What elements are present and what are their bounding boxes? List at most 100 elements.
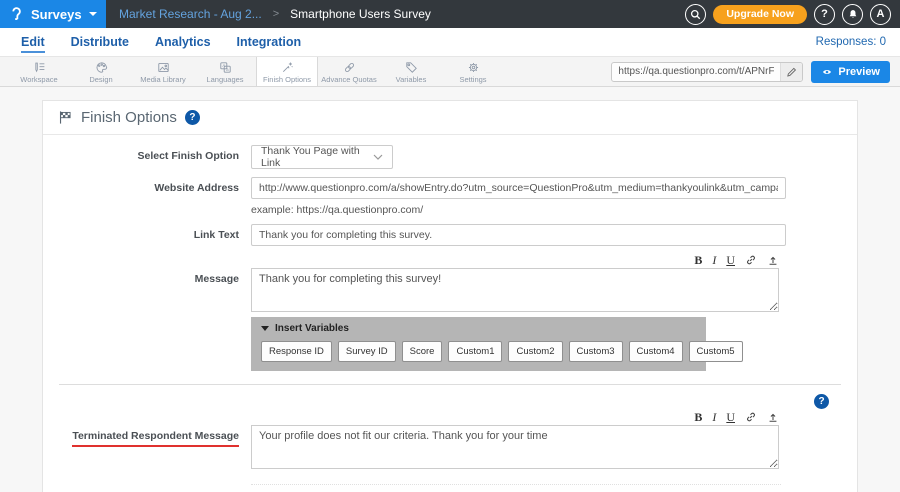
variable-response-id-button[interactable]: Response ID <box>261 341 332 362</box>
user-avatar[interactable]: A <box>870 4 891 25</box>
toolbar-item-workspace[interactable]: Workspace <box>8 57 70 86</box>
survey-nav: Edit Distribute Analytics Integration Re… <box>0 28 900 57</box>
variable-custom3-button[interactable]: Custom3 <box>569 341 623 362</box>
link-icon <box>745 411 757 423</box>
search-icon <box>689 8 702 21</box>
product-switcher[interactable]: Surveys <box>0 0 106 28</box>
image-icon <box>157 61 170 74</box>
finish-option-value: Thank You Page with Link <box>261 145 373 169</box>
link-text-label: Link Text <box>43 224 239 242</box>
upgrade-now-button[interactable]: Upgrade Now <box>713 5 807 24</box>
breadcrumb-survey-title: Smartphone Users Survey <box>290 7 431 21</box>
upload-image-button[interactable] <box>767 411 779 423</box>
svg-text:A: A <box>222 63 225 68</box>
upload-icon <box>767 254 779 266</box>
terminated-help-button[interactable]: ? <box>814 394 829 409</box>
link-text-input[interactable] <box>251 224 786 246</box>
survey-url-group <box>611 62 803 82</box>
insert-variables-header[interactable]: Insert Variables <box>261 323 696 334</box>
underline-button[interactable]: U <box>726 254 735 266</box>
tab-distribute[interactable]: Distribute <box>71 35 129 49</box>
bell-icon <box>847 8 859 21</box>
upload-icon <box>767 411 779 423</box>
edit-url-button[interactable] <box>780 62 802 82</box>
breadcrumb-folder[interactable]: Market Research - Aug 2... <box>119 7 262 21</box>
finish-options-help-button[interactable]: ? <box>185 110 200 125</box>
toolbar-item-languages[interactable]: Aa Languages <box>194 57 256 86</box>
terminated-message-textarea[interactable]: Your profile does not fit our criteria. … <box>251 425 779 469</box>
eye-icon <box>821 67 833 77</box>
finish-options-card: Finish Options ? Select Finish Option Th… <box>42 100 858 492</box>
terminated-message-label: Terminated Respondent Message <box>72 430 239 447</box>
toolbar-item-design[interactable]: Design <box>70 57 132 86</box>
variable-custom2-button[interactable]: Custom2 <box>508 341 562 362</box>
breadcrumb-separator: > <box>273 8 279 20</box>
page-title: Finish Options <box>81 109 177 126</box>
gear-icon <box>467 61 480 74</box>
toolbar-item-variables[interactable]: Variables <box>380 57 442 86</box>
toolbar-item-advance-quotas[interactable]: Advance Quotas <box>318 57 380 86</box>
insert-link-button[interactable] <box>745 411 757 423</box>
pencil-icon <box>786 66 798 78</box>
workspace-icon <box>33 61 46 74</box>
tag-icon <box>405 61 418 74</box>
italic-button[interactable]: I <box>712 411 716 423</box>
terminated-editor-toolbar: B I U <box>251 411 779 423</box>
topbar-actions: Upgrade Now ? A <box>685 4 900 25</box>
website-address-input[interactable] <box>251 177 786 199</box>
variable-custom4-button[interactable]: Custom4 <box>629 341 683 362</box>
upload-image-button[interactable] <box>767 254 779 266</box>
finish-options-form: Select Finish Option Thank You Page with… <box>43 135 857 492</box>
caret-down-icon <box>261 326 269 331</box>
message-editor-toolbar: B I U <box>251 254 779 266</box>
questionpro-logo-icon <box>9 6 24 22</box>
website-address-row: Website Address example: https://qa.ques… <box>43 177 857 216</box>
variable-survey-id-button[interactable]: Survey ID <box>338 341 396 362</box>
insert-variables-buttons: Response ID Survey ID Score Custom1 Cust… <box>261 341 696 362</box>
italic-button[interactable]: I <box>712 254 716 266</box>
chain-link-icon <box>343 61 356 74</box>
product-switcher-label: Surveys <box>31 7 82 22</box>
magic-wand-icon <box>281 61 294 74</box>
tab-integration[interactable]: Integration <box>237 35 302 49</box>
card-header: Finish Options ? <box>43 101 857 135</box>
bold-button[interactable]: B <box>694 254 702 266</box>
message-label: Message <box>43 268 239 286</box>
message-row: Message Thank you for completing this su… <box>43 268 857 317</box>
terminated-message-row: Terminated Respondent Message Your profi… <box>43 425 857 474</box>
help-button[interactable]: ? <box>814 4 835 25</box>
finish-option-select[interactable]: Thank You Page with Link <box>251 145 393 169</box>
insert-link-button[interactable] <box>745 254 757 266</box>
page-content: Finish Options ? Select Finish Option Th… <box>0 87 900 492</box>
save-row: Save Changes <box>251 484 781 492</box>
preview-button[interactable]: Preview <box>811 61 890 83</box>
toolbar-right: Preview <box>611 57 900 86</box>
notifications-button[interactable] <box>842 4 863 25</box>
message-textarea[interactable]: Thank you for completing this survey! <box>251 268 779 312</box>
bold-button[interactable]: B <box>694 411 702 423</box>
question-mark-icon: ? <box>821 8 828 20</box>
variable-custom5-button[interactable]: Custom5 <box>689 341 743 362</box>
toolbar-item-settings[interactable]: Settings <box>442 57 504 86</box>
website-address-hint: example: https://qa.questionpro.com/ <box>251 204 786 216</box>
insert-variables-title: Insert Variables <box>275 323 349 334</box>
link-icon <box>745 254 757 266</box>
survey-url-input[interactable] <box>612 66 780 77</box>
preview-label: Preview <box>838 66 880 78</box>
variable-custom1-button[interactable]: Custom1 <box>448 341 502 362</box>
tab-analytics[interactable]: Analytics <box>155 35 211 49</box>
toolbar-item-finish-options[interactable]: Finish Options <box>256 57 318 86</box>
breadcrumb: Market Research - Aug 2... > Smartphone … <box>119 7 431 21</box>
toolbar-item-media-library[interactable]: Media Library <box>132 57 194 86</box>
variable-score-button[interactable]: Score <box>402 341 443 362</box>
responses-count[interactable]: Responses: 0 <box>816 36 892 48</box>
website-address-label: Website Address <box>43 177 239 195</box>
tab-edit[interactable]: Edit <box>21 35 45 49</box>
svg-text:a: a <box>226 67 229 72</box>
translate-icon: Aa <box>219 61 232 74</box>
finish-flag-icon <box>58 110 73 125</box>
topbar: Surveys Market Research - Aug 2... > Sma… <box>0 0 900 28</box>
search-button[interactable] <box>685 4 706 25</box>
underline-button[interactable]: U <box>726 411 735 423</box>
link-text-row: Link Text <box>43 224 857 246</box>
